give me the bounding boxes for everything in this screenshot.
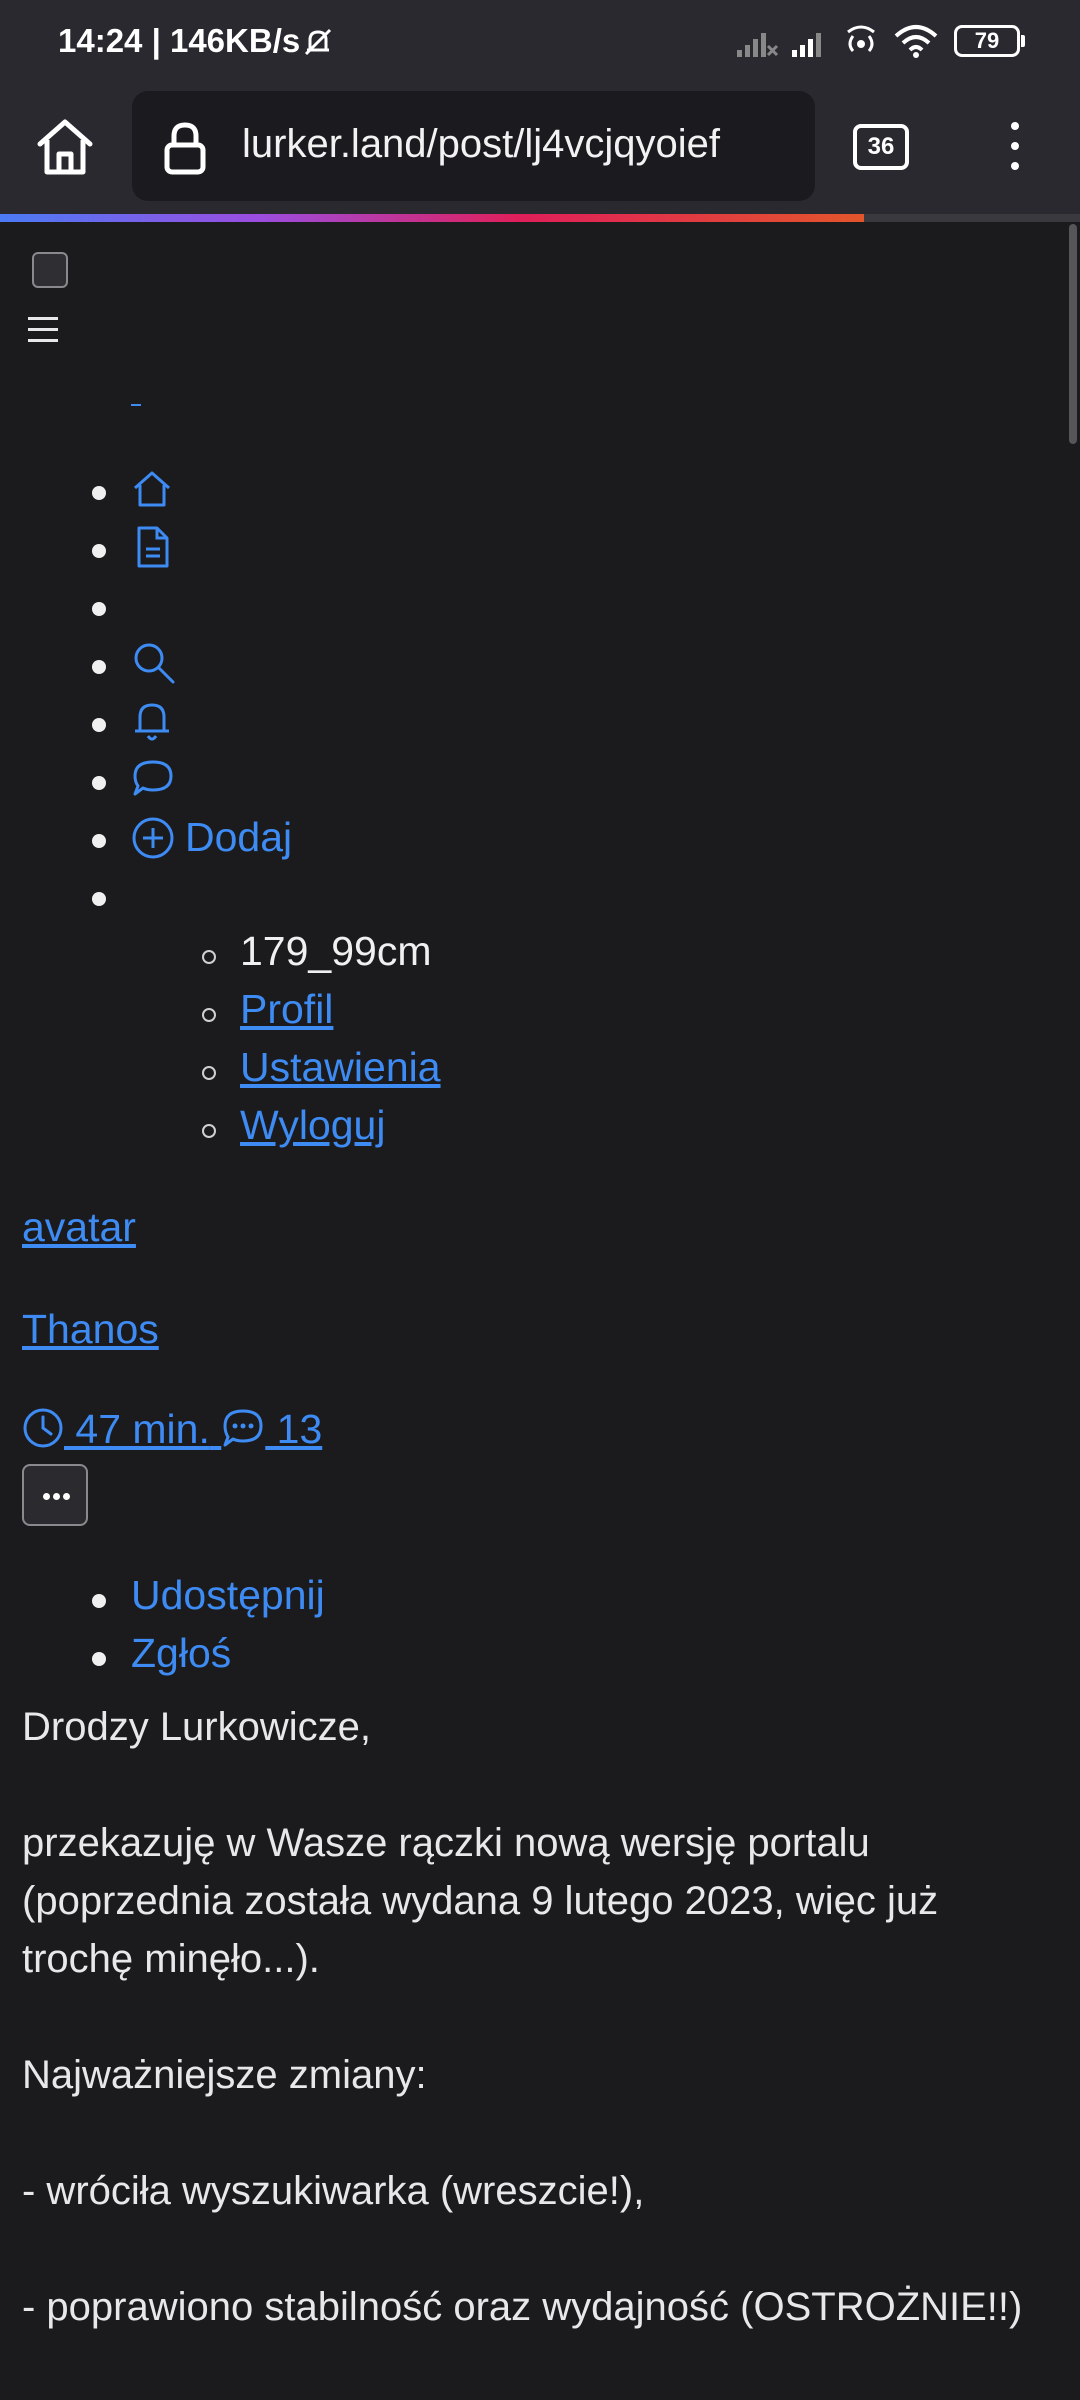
signal-off-icon: [737, 33, 779, 57]
chat-bubble-icon[interactable]: [131, 758, 175, 800]
nav-bullet: [92, 544, 106, 558]
menu-toggle-checkbox[interactable]: [32, 252, 68, 288]
username-label: 179_99cm: [240, 928, 432, 974]
share-link[interactable]: Udostępnij: [131, 1572, 325, 1619]
post-time: 47 min.: [64, 1406, 210, 1452]
battery-indicator: 79: [954, 25, 1020, 57]
profile-link[interactable]: Profil: [240, 986, 333, 1033]
add-circle-icon[interactable]: [131, 816, 175, 860]
page-load-progress: [0, 214, 1080, 222]
logo-link[interactable]: [131, 404, 141, 406]
action-bullet: [92, 1652, 106, 1666]
scrollbar-thumb[interactable]: [1069, 224, 1077, 444]
url-bar[interactable]: lurker.land/post/lj4vcjqyoief: [132, 91, 815, 201]
search-icon[interactable]: [131, 640, 177, 686]
logout-link[interactable]: Wyloguj: [240, 1102, 385, 1149]
nav-bullet: [92, 776, 106, 790]
action-bullet: [92, 1594, 106, 1608]
report-link[interactable]: Zgłoś: [131, 1630, 231, 1677]
tabs-count-button[interactable]: 36: [853, 124, 909, 170]
nav-bullet: [92, 892, 106, 906]
nav-bullet: [92, 718, 106, 732]
nav-bullet: [92, 486, 106, 500]
status-time-speed: 14:24 | 146KB/s: [58, 22, 301, 59]
home-icon[interactable]: [32, 114, 98, 180]
post-paragraph: Najważniejsze zmiany:: [22, 2053, 427, 2097]
nav-bullet: [92, 834, 106, 848]
submenu-bullet: [202, 1066, 216, 1080]
status-bar: 14:24 | 146KB/s 79: [0, 0, 1080, 86]
post-greeting: Drodzy Lurkowicze,: [22, 1705, 372, 1749]
nav-bullet: [92, 602, 106, 616]
post-paragraph: - wróciła wyszukiwarka (wreszcie!),: [22, 2169, 645, 2213]
comment-count: 13: [265, 1406, 323, 1452]
add-post-link[interactable]: Dodaj: [185, 814, 292, 861]
url-text[interactable]: lurker.land/post/lj4vcjqyoief: [242, 122, 720, 167]
battery-nub: [1021, 35, 1025, 47]
hamburger-icon[interactable]: [28, 317, 58, 343]
home-icon[interactable]: [131, 468, 173, 510]
submenu-bullet: [202, 1124, 216, 1138]
clock-icon: [23, 1408, 63, 1448]
post-meta-link[interactable]: 47 min. 13: [22, 1406, 322, 1453]
silent-bell-icon: [304, 28, 332, 56]
more-menu-icon[interactable]: [1000, 116, 1030, 176]
comments-icon: [223, 1409, 263, 1447]
avatar-link[interactable]: avatar: [22, 1204, 136, 1251]
settings-link[interactable]: Ustawienia: [240, 1044, 441, 1091]
page-load-progress-fill: [0, 214, 864, 222]
browser-toolbar: lurker.land/post/lj4vcjqyoief 36: [0, 86, 1080, 216]
lock-icon: [164, 122, 206, 175]
author-link[interactable]: Thanos: [22, 1306, 159, 1353]
document-icon[interactable]: [131, 525, 173, 569]
nav-bullet: [92, 660, 106, 674]
hotspot-icon: [847, 25, 875, 52]
post-options-button[interactable]: [22, 1464, 88, 1526]
wifi-icon: [894, 25, 938, 58]
post-paragraph: przekazuję w Wasze rączki nową wersję po…: [22, 1821, 939, 1981]
submenu-bullet: [202, 950, 216, 964]
bell-icon[interactable]: [131, 698, 173, 744]
signal-icon: [792, 33, 821, 57]
post-paragraph: - poprawiono stabilność oraz wydajność (…: [22, 2285, 1023, 2329]
submenu-bullet: [202, 1008, 216, 1022]
